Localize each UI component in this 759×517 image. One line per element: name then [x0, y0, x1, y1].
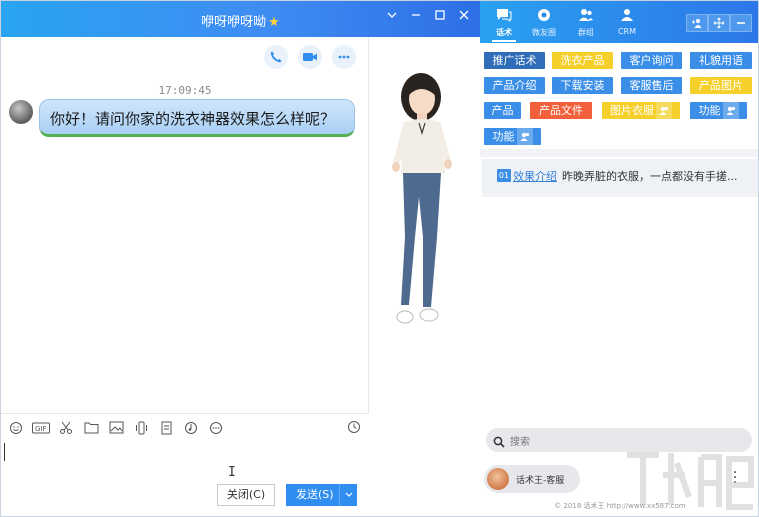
- crm-icon: [621, 9, 633, 21]
- tag-promotion-scripts[interactable]: 推广话术: [484, 52, 545, 69]
- character-illustration: [392, 73, 452, 324]
- close-icon[interactable]: [456, 9, 472, 25]
- phone-icon[interactable]: [264, 45, 288, 69]
- more-icon[interactable]: [332, 45, 356, 69]
- tag-features-2[interactable]: 功能: [484, 128, 541, 145]
- tag-label: 功能: [698, 104, 721, 117]
- input-toolbar: GIF: [1, 413, 369, 441]
- message-text: 你好！请问你家的洗衣神器效果怎么样呢？: [50, 110, 336, 128]
- tag-label: 功能: [492, 130, 515, 143]
- tag-label: 产品图片: [699, 79, 743, 92]
- chat-icon: [497, 9, 512, 22]
- shake-icon[interactable]: [132, 419, 150, 437]
- video-icon[interactable]: [298, 45, 322, 69]
- panel-tools: [686, 14, 752, 32]
- group-icon: [579, 9, 593, 21]
- footer-copyright: © 2018 话术王 http://www.xx587.com: [554, 502, 686, 510]
- chevron-down-icon[interactable]: [384, 9, 400, 25]
- send-label: 发送(S): [296, 488, 334, 501]
- user-icon: [722, 102, 739, 119]
- tag-image-clothes[interactable]: 图片衣服: [602, 102, 680, 119]
- tag-label: 礼貌用语: [699, 54, 743, 67]
- contact-chip[interactable]: 话术王-客服: [484, 465, 580, 493]
- divider: [480, 149, 758, 157]
- star-icon: ★: [268, 15, 280, 30]
- tag-label: 推广话术: [492, 54, 537, 67]
- tab-scripts[interactable]: 话术: [484, 7, 524, 42]
- tab-groups[interactable]: 群组: [566, 7, 606, 38]
- emoji-icon[interactable]: [7, 419, 25, 437]
- tag-features[interactable]: 功能: [690, 102, 747, 119]
- text-caret: [4, 443, 5, 461]
- contact-name: 话术王-客服: [516, 476, 565, 486]
- tag-product-intro[interactable]: 产品介绍: [484, 77, 545, 94]
- minus-icon[interactable]: [730, 14, 752, 32]
- tag-label: 产品: [491, 104, 514, 117]
- call-buttons: [264, 45, 356, 69]
- script-panel: 话术 微友圈 群组 CRM 推广话术 洗衣产品 客户询问 礼貌用语 产品介绍 下…: [480, 1, 758, 516]
- script-list-item[interactable]: 01 效果介绍 昨晚弄脏的衣服，一点都没有手搓...: [482, 159, 758, 193]
- message-input[interactable]: I 关闭(C) 发送(S): [1, 441, 369, 516]
- more-icon[interactable]: [207, 419, 225, 437]
- script-number-badge: 01: [497, 169, 511, 182]
- scissors-icon[interactable]: [57, 419, 75, 437]
- send-button[interactable]: 发送(S): [286, 484, 357, 506]
- avatar: [487, 468, 509, 490]
- move-icon[interactable]: [708, 14, 730, 32]
- search-placeholder: 搜索: [510, 437, 530, 448]
- tab-moments[interactable]: 微友圈: [524, 7, 564, 38]
- image-icon[interactable]: [107, 419, 125, 437]
- tag-label: 客服售后: [629, 79, 674, 92]
- minimize-icon[interactable]: [408, 9, 424, 25]
- moments-icon: [538, 9, 550, 21]
- add-user-icon[interactable]: [686, 14, 708, 32]
- tab-label: 群组: [578, 28, 594, 37]
- clock-icon[interactable]: [347, 419, 361, 438]
- tag-laundry-products[interactable]: 洗衣产品: [552, 52, 613, 69]
- mouse-ibeam-cursor: I: [228, 465, 236, 480]
- panel-header: 话术 微友圈 群组 CRM: [480, 1, 758, 43]
- user-icon: [516, 128, 533, 145]
- tag-label: 图片衣服: [610, 104, 654, 117]
- tag-label: 下载安装: [560, 79, 605, 92]
- tab-label: 微友圈: [532, 28, 556, 37]
- contact-name-title: 咿呀咿呀呦: [201, 15, 267, 30]
- user-icon: [656, 102, 672, 119]
- file-icon[interactable]: [157, 419, 175, 437]
- tag-label: 产品文件: [539, 104, 583, 117]
- svg-text:GIF: GIF: [35, 425, 47, 433]
- folder-icon[interactable]: [82, 419, 100, 437]
- divider: [482, 193, 758, 197]
- close-button[interactable]: 关闭(C): [217, 484, 275, 506]
- script-preview-text: 昨晚弄脏的衣服，一点都没有手搓...: [562, 170, 738, 183]
- tag-product-files[interactable]: 产品文件: [530, 102, 592, 119]
- tab-label: CRM: [617, 27, 637, 36]
- tab-crm[interactable]: CRM: [607, 7, 647, 36]
- gif-icon[interactable]: GIF: [32, 419, 50, 437]
- title-bar: 咿呀咿呀呦 ★: [1, 1, 480, 37]
- chat-area: 17:09:45 你好！请问你家的洗衣神器效果怎么样呢？: [1, 37, 369, 413]
- tag-polite-phrases[interactable]: 礼貌用语: [690, 52, 752, 69]
- send-options-chevron-icon[interactable]: [339, 484, 357, 506]
- tag-label: 产品介绍: [492, 79, 537, 92]
- tag-products[interactable]: 产品: [484, 102, 521, 119]
- assistant-character-panel: [369, 37, 480, 516]
- app-window: 咿呀咿呀呦 ★ 17:09:45 你好！请问你家的洗衣神器效果怎么样呢？ GIF…: [0, 0, 759, 517]
- message-bubble: 你好！请问你家的洗衣神器效果怎么样呢？: [39, 99, 355, 137]
- message-timestamp: 17:09:45: [158, 84, 212, 97]
- tag-download-install[interactable]: 下载安装: [552, 77, 613, 94]
- tag-customer-inquiry[interactable]: 客户询问: [621, 52, 682, 69]
- avatar[interactable]: [9, 100, 33, 124]
- tag-label: 洗衣产品: [560, 54, 605, 67]
- tag-after-sales[interactable]: 客服售后: [621, 77, 682, 94]
- search-icon: [493, 433, 505, 452]
- music-icon[interactable]: [182, 419, 200, 437]
- window-controls: [384, 9, 472, 25]
- script-title-link[interactable]: 效果介绍: [513, 168, 557, 184]
- tab-label: 话术: [496, 28, 512, 37]
- tag-product-images[interactable]: 产品图片: [690, 77, 752, 94]
- tag-label: 客户询问: [629, 54, 674, 67]
- maximize-icon[interactable]: [432, 9, 448, 25]
